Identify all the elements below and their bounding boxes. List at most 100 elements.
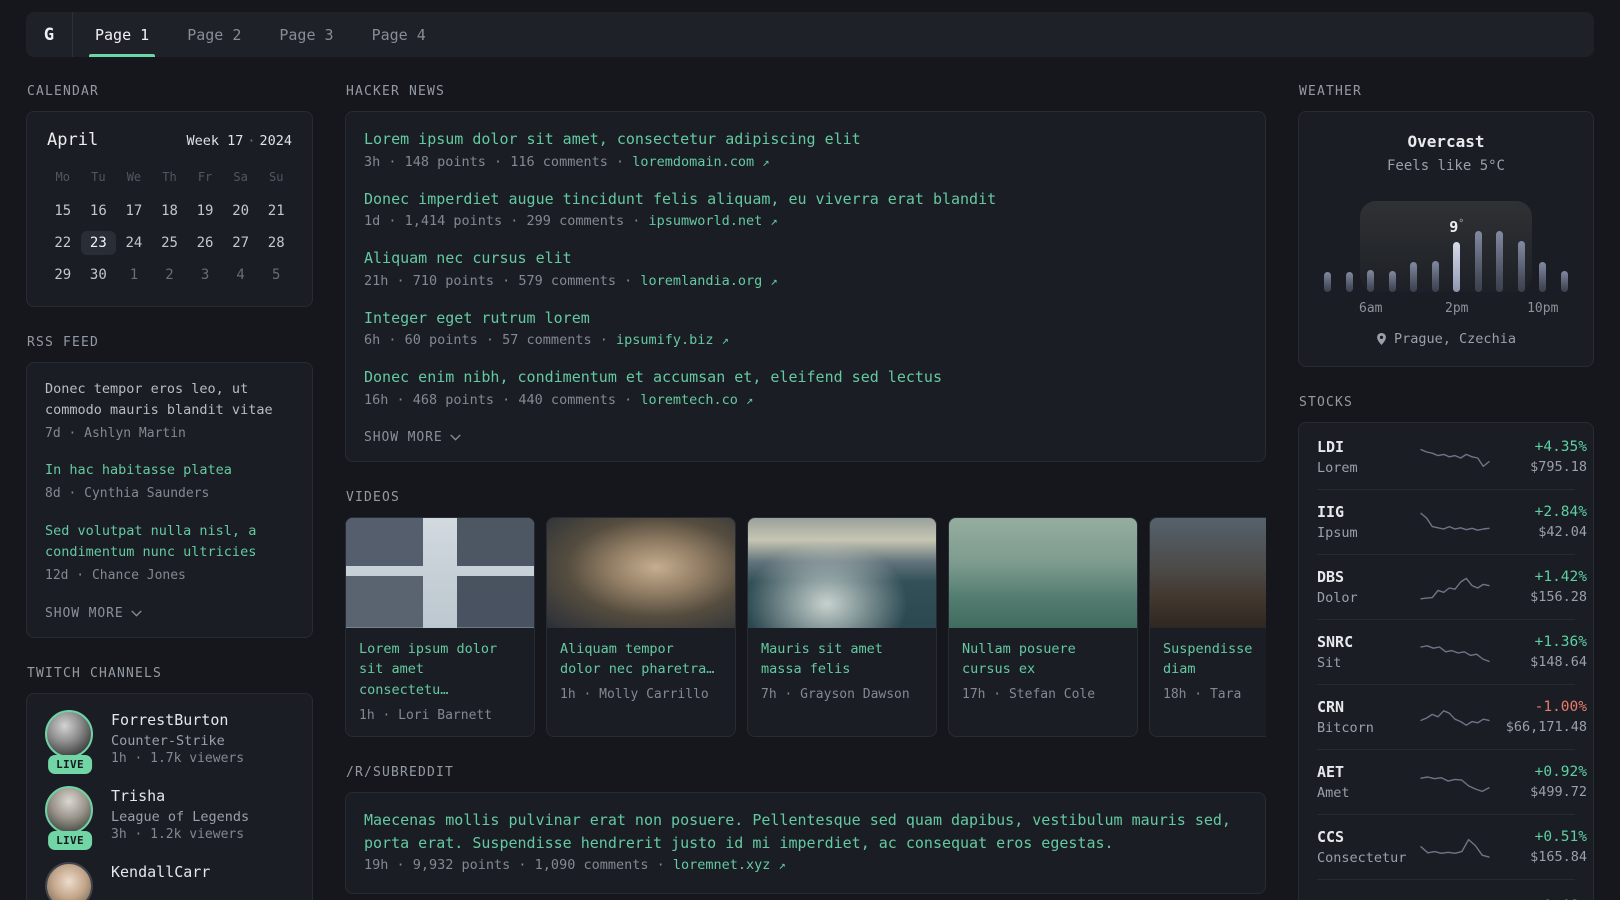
twitch-channel-row[interactable]: LIVE Trisha League of Legends 3h · 1.2k … — [45, 786, 294, 851]
calendar-day: 28 — [267, 234, 285, 251]
hn-item-domain-link[interactable]: loremtech.co ↗ — [640, 392, 753, 408]
stock-symbol: DBS — [1317, 568, 1345, 586]
stock-row[interactable]: SNRC Sit +1.36% $148.64 — [1317, 620, 1587, 685]
hn-item: Donec imperdiet augue tincidunt felis al… — [364, 188, 1247, 230]
stock-name: Consectetur — [1317, 850, 1407, 866]
tab-page-4[interactable]: Page 4 — [360, 12, 438, 57]
rss-show-more-button[interactable]: SHOW MORE — [45, 606, 142, 621]
subreddit-widget: /R/SUBREDDIT Maecenas mollis pulvinar er… — [345, 765, 1266, 895]
videos-widget: VIDEOS Lorem ipsum dolor sit amet consec… — [345, 490, 1266, 738]
hn-show-more-button[interactable]: SHOW MORE — [364, 430, 461, 445]
stock-row[interactable]: AHS +0.46% — [1317, 880, 1587, 900]
calendar-grid: Mo Tu We Th Fr Sa Su 15 16 17 18 19 20 2… — [45, 166, 294, 290]
hn-item: Donec enim nibh, condimentum et accumsan… — [364, 366, 1247, 408]
stock-change: +0.51% — [1534, 829, 1587, 845]
weather-bar — [1410, 262, 1418, 292]
calendar-day-next-month: 3 — [200, 266, 210, 283]
rss-item-meta: 7d · Ashlyn Martin — [45, 425, 186, 441]
stock-row[interactable]: LDI Lorem +4.35% $795.18 — [1317, 425, 1587, 490]
stock-row[interactable]: IIG Ipsum +2.84% $42.04 — [1317, 490, 1587, 555]
channel-game: League of Legends — [111, 809, 250, 826]
twitch-card: LIVE ForrestBurton Counter-Strike 1h · 1… — [26, 693, 313, 900]
twitch-channel-row[interactable]: KendallCarr — [45, 862, 294, 900]
video-meta: 1h · Lori Barnett — [359, 708, 493, 724]
video-meta: 18h · Tara — [1163, 687, 1242, 703]
twitch-channel-row[interactable]: LIVE ForrestBurton Counter-Strike 1h · 1… — [45, 710, 294, 775]
weather-bar — [1560, 271, 1568, 292]
rss-item: Sed volutpat nulla nisl, a condimentum n… — [45, 521, 294, 585]
video-card[interactable]: Aliquam tempor dolor nec pharetra… 1h · … — [546, 516, 736, 738]
channel-avatar-image — [45, 786, 93, 835]
tab-page-3[interactable]: Page 3 — [267, 12, 345, 57]
video-card[interactable]: Mauris sit amet massa felis 7h · Grayson… — [747, 516, 937, 738]
stock-price: $165.84 — [1530, 849, 1587, 865]
calendar-month: April — [47, 130, 99, 150]
hn-item-domain-link[interactable]: loremdomain.com ↗ — [632, 154, 769, 170]
stock-row[interactable]: CCS Consectetur +0.51% $165.84 — [1317, 815, 1587, 880]
channel-meta: 1h · 1.7k viewers — [111, 751, 245, 767]
video-title: Nullam posuere cursus ex — [962, 640, 1076, 678]
rss-item-title[interactable]: In hac habitasse platea — [45, 460, 294, 481]
stock-name: Lorem — [1317, 460, 1358, 476]
weather-time-label: 2pm — [1445, 301, 1469, 316]
rss-item-title[interactable]: Donec tempor eros leo, ut commodo mauris… — [45, 379, 294, 421]
video-title: Mauris sit amet massa felis — [761, 640, 883, 678]
video-meta: 1h · Molly Carrillo — [560, 687, 709, 703]
video-card[interactable]: Suspendisse diam 18h · Tara — [1149, 516, 1266, 738]
stock-change: +1.36% — [1534, 634, 1587, 650]
calendar-day: 15 — [54, 202, 72, 219]
weather-bar — [1388, 271, 1396, 292]
rss-item-title[interactable]: Sed volutpat nulla nisl, a condimentum n… — [45, 521, 294, 563]
tab-page-2[interactable]: Page 2 — [175, 12, 253, 57]
app-logo[interactable]: G — [26, 12, 72, 57]
hn-item-domain-link[interactable]: ipsumworld.net ↗ — [648, 213, 777, 229]
stock-name: Dolor — [1317, 590, 1358, 606]
external-link-icon: ↗ — [762, 154, 770, 169]
hn-item-title[interactable]: Aliquam nec cursus elit — [364, 247, 1247, 270]
reddit-post-title[interactable]: Maecenas mollis pulvinar erat non posuer… — [364, 809, 1247, 854]
hn-meta-text: 21h · 710 points · 579 comments · — [364, 272, 641, 289]
video-thumbnail-camera — [547, 517, 735, 628]
right-column: WEATHER Overcast Feels like 5°C 9° 6am 2p… — [1298, 84, 1594, 900]
stock-price: $156.28 — [1530, 589, 1587, 605]
stock-sparkline — [1419, 893, 1491, 900]
calendar-day-next-month: 1 — [129, 266, 139, 283]
left-column: CALENDAR April Week 17 · 2024 Mo Tu We Th … — [26, 84, 313, 900]
stock-sparkline — [1419, 702, 1491, 732]
stock-change: +1.42% — [1534, 569, 1587, 585]
hn-item-domain-link[interactable]: ipsumify.biz ↗ — [616, 332, 729, 348]
hn-meta-text: 1d · 1,414 points · 299 comments · — [364, 213, 649, 229]
calendar-day-next-month: 5 — [271, 266, 281, 283]
hn-item-title[interactable]: Lorem ipsum dolor sit amet, consectetur … — [364, 128, 1247, 151]
rss-item: In hac habitasse platea 8d · Cynthia Sau… — [45, 460, 294, 503]
hacker-news-header: HACKER NEWS — [346, 84, 445, 99]
middle-column: HACKER NEWS Lorem ipsum dolor sit amet, … — [345, 84, 1266, 900]
avatar: LIVE — [45, 710, 95, 775]
hn-item-title[interactable]: Integer eget rutrum lorem — [364, 307, 1247, 330]
stock-row[interactable]: AET Amet +0.92% $499.72 — [1317, 750, 1587, 815]
weather-bar — [1496, 231, 1504, 292]
weather-card: Overcast Feels like 5°C 9° 6am 2pm 10pm Pr… — [1298, 111, 1594, 367]
tab-page-1[interactable]: Page 1 — [83, 12, 161, 57]
stock-row[interactable]: CRN Bitcorn -1.00% $66,171.48 — [1317, 685, 1587, 750]
avatar: LIVE — [45, 786, 95, 851]
hn-item-domain-link[interactable]: loremlandia.org ↗ — [640, 273, 777, 289]
stock-change: -1.00% — [1534, 699, 1587, 715]
stock-price: $66,171.48 — [1505, 719, 1587, 735]
hn-item-title[interactable]: Donec enim nibh, condimentum et accumsan… — [364, 366, 1247, 389]
subreddit-header: /R/SUBREDDIT — [346, 765, 454, 781]
weather-time-labels: 6am 2pm 10pm — [1317, 301, 1575, 317]
weather-peak-temp: 9° — [1449, 218, 1465, 236]
stock-sparkline — [1419, 637, 1491, 667]
video-card[interactable]: Nullam posuere cursus ex 17h · Stefan Co… — [948, 516, 1138, 738]
stock-row[interactable]: DBS Dolor +1.42% $156.28 — [1317, 555, 1587, 620]
stock-sparkline — [1419, 507, 1491, 537]
weather-location-text: Prague, Czechia — [1394, 331, 1516, 347]
video-card[interactable]: Lorem ipsum dolor sit amet consectetu… 1… — [345, 516, 535, 738]
hn-item-title[interactable]: Donec imperdiet augue tincidunt felis al… — [364, 188, 1247, 211]
calendar-day: 17 — [125, 202, 143, 219]
reddit-domain-link[interactable]: loremnet.xyz ↗ — [673, 857, 786, 873]
reddit-post: Maecenas mollis pulvinar erat non posuer… — [364, 809, 1247, 873]
calendar-day-next-month: 4 — [236, 266, 245, 283]
live-badge: LIVE — [48, 831, 92, 851]
